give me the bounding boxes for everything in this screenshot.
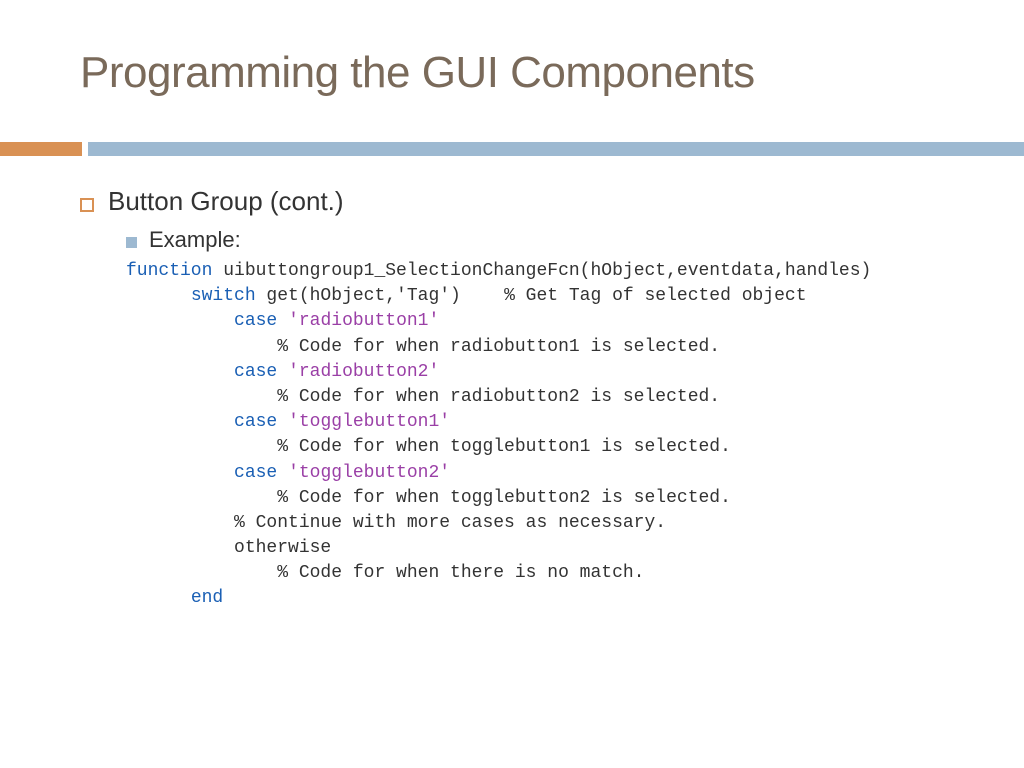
str-togglebutton2: 'togglebutton2' bbox=[288, 463, 450, 483]
kw-case: case bbox=[234, 311, 277, 331]
kw-function: function bbox=[126, 261, 212, 281]
code-indent bbox=[126, 362, 234, 382]
str-radiobutton2: 'radiobutton2' bbox=[288, 362, 439, 382]
code-text: % Continue with more cases as necessary. bbox=[126, 513, 666, 533]
kw-case: case bbox=[234, 463, 277, 483]
code-text: uibuttongroup1_SelectionChangeFcn(hObjec… bbox=[212, 261, 871, 281]
slide: Programming the GUI Components Button Gr… bbox=[0, 0, 1024, 768]
code-text bbox=[277, 463, 288, 483]
code-text: % Code for when there is no match. bbox=[126, 563, 644, 583]
code-indent bbox=[126, 311, 234, 331]
bullet-1-text: Button Group (cont.) bbox=[108, 186, 344, 217]
divider-orange bbox=[0, 142, 82, 156]
code-block: function uibuttongroup1_SelectionChangeF… bbox=[126, 259, 960, 612]
bullet-2-text: Example: bbox=[149, 227, 241, 253]
slide-title: Programming the GUI Components bbox=[80, 48, 755, 98]
code-indent bbox=[126, 588, 191, 608]
code-text: % Code for when radiobutton2 is selected… bbox=[126, 387, 720, 407]
kw-switch: switch bbox=[191, 286, 256, 306]
kw-case: case bbox=[234, 362, 277, 382]
code-indent bbox=[126, 286, 191, 306]
code-text bbox=[277, 412, 288, 432]
code-text: % Code for when radiobutton1 is selected… bbox=[126, 337, 720, 357]
str-radiobutton1: 'radiobutton1' bbox=[288, 311, 439, 331]
title-divider bbox=[0, 142, 1024, 156]
code-text: otherwise bbox=[126, 538, 331, 558]
code-text: % Code for when togglebutton2 is selecte… bbox=[126, 488, 731, 508]
kw-end: end bbox=[191, 588, 223, 608]
bullet-square-fill-icon bbox=[126, 237, 137, 248]
kw-case: case bbox=[234, 412, 277, 432]
slide-body: Button Group (cont.) Example: function u… bbox=[80, 186, 960, 612]
code-text bbox=[277, 311, 288, 331]
divider-blue bbox=[88, 142, 1024, 156]
bullet-level-1: Button Group (cont.) bbox=[80, 186, 960, 217]
bullet-square-open-icon bbox=[80, 198, 94, 212]
code-indent bbox=[126, 412, 234, 432]
bullet-level-2: Example: bbox=[126, 227, 960, 253]
code-text bbox=[277, 362, 288, 382]
str-togglebutton1: 'togglebutton1' bbox=[288, 412, 450, 432]
code-text: get(hObject,'Tag') % Get Tag of selected… bbox=[256, 286, 807, 306]
code-text: % Code for when togglebutton1 is selecte… bbox=[126, 437, 731, 457]
code-indent bbox=[126, 463, 234, 483]
